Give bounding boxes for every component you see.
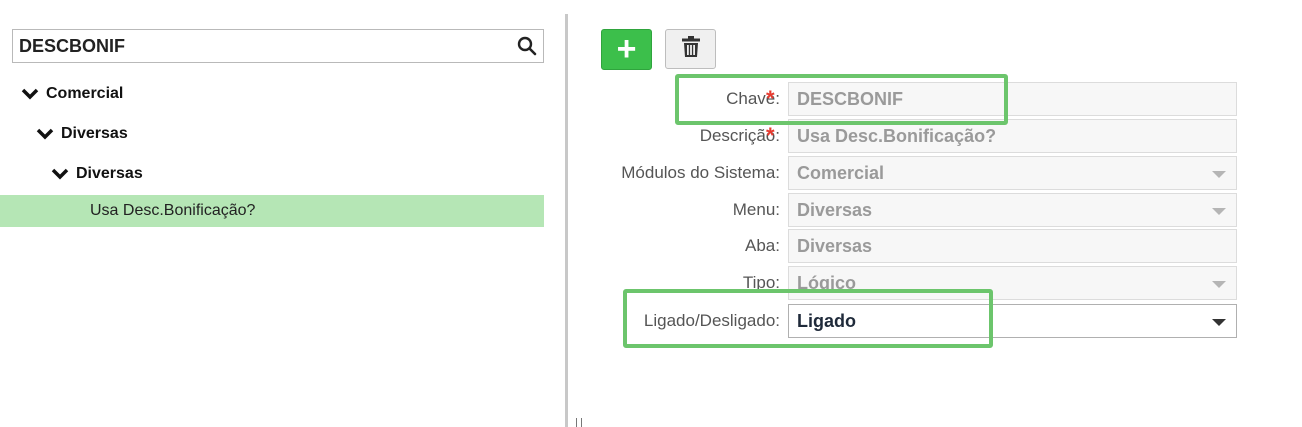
tipo-select[interactable]: Lógico bbox=[788, 266, 1237, 300]
chevron-down-icon[interactable] bbox=[35, 124, 55, 144]
tipo-value: Lógico bbox=[797, 272, 856, 293]
ligado-label: Ligado/Desligado: bbox=[643, 311, 780, 330]
menu-label: Menu: bbox=[732, 200, 780, 219]
descricao-value: Usa Desc.Bonificação? bbox=[797, 125, 997, 146]
search-icon[interactable] bbox=[515, 34, 539, 58]
tree-node-label: Diversas bbox=[76, 165, 143, 182]
chevron-down-icon[interactable] bbox=[20, 84, 40, 104]
tree-node-label: Comercial bbox=[46, 85, 124, 102]
modulos-value: Comercial bbox=[797, 162, 885, 183]
tree-node-comercial[interactable]: Comercial bbox=[20, 78, 123, 110]
caret-down-icon[interactable] bbox=[1212, 319, 1226, 326]
menu-value: Diversas bbox=[797, 199, 873, 220]
menu-select[interactable]: Diversas bbox=[788, 193, 1237, 227]
caret-down-icon[interactable] bbox=[1212, 281, 1226, 288]
trash-icon bbox=[681, 35, 701, 63]
delete-button[interactable] bbox=[665, 29, 716, 69]
tree-node-diversas[interactable]: Diversas bbox=[35, 118, 128, 150]
search-input[interactable] bbox=[13, 30, 503, 62]
tree-node-label: Diversas bbox=[61, 125, 128, 142]
aba-field[interactable]: Diversas bbox=[788, 229, 1237, 263]
tree-leaf-label: Usa Desc.Bonificação? bbox=[90, 202, 256, 219]
modulos-label: Módulos do Sistema: bbox=[621, 163, 780, 182]
chave-field[interactable]: DESCBONIF bbox=[788, 82, 1237, 116]
modulos-select[interactable]: Comercial bbox=[788, 156, 1237, 190]
chave-value: DESCBONIF bbox=[797, 88, 904, 109]
chevron-down-icon[interactable] bbox=[50, 164, 70, 184]
aba-label: Aba: bbox=[745, 236, 780, 255]
tree-panel: Comercial Diversas Diversas Usa Desc.Bon… bbox=[0, 0, 548, 427]
panel-splitter[interactable] bbox=[565, 14, 568, 427]
caret-down-icon[interactable] bbox=[1212, 171, 1226, 178]
tree-leaf-selected[interactable]: Usa Desc.Bonificação? bbox=[0, 195, 544, 227]
add-button[interactable]: + bbox=[601, 29, 652, 70]
tree-node-diversas-sub[interactable]: Diversas bbox=[50, 158, 143, 190]
ligado-value: Ligado bbox=[797, 310, 856, 331]
required-marker: * bbox=[766, 123, 775, 148]
tipo-label: Tipo: bbox=[742, 273, 780, 292]
plus-icon: + bbox=[616, 29, 637, 68]
descricao-field[interactable]: Usa Desc.Bonificação? bbox=[788, 119, 1237, 153]
search-box[interactable] bbox=[12, 29, 544, 63]
aba-value: Diversas bbox=[797, 235, 873, 256]
ligado-select[interactable]: Ligado bbox=[788, 304, 1237, 338]
caret-down-icon[interactable] bbox=[1212, 208, 1226, 215]
required-marker: * bbox=[766, 86, 775, 111]
splitter-grip-icon[interactable] bbox=[576, 418, 582, 427]
